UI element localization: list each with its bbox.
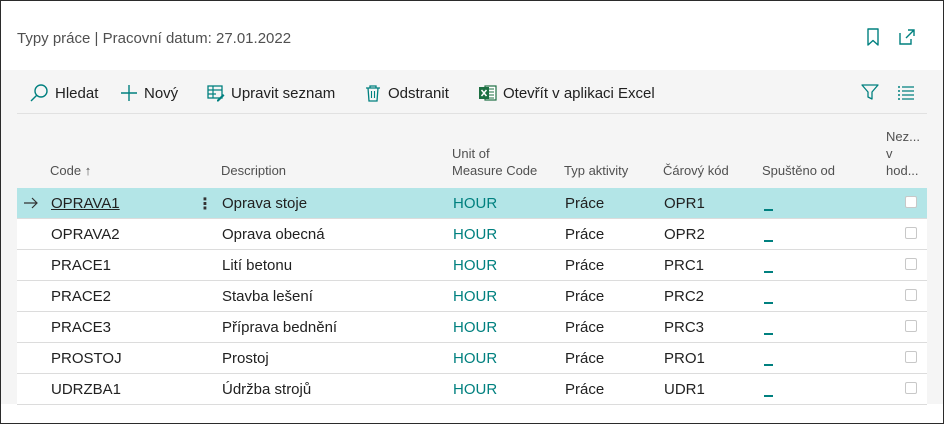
plus-icon: [121, 85, 137, 101]
column-header-nez[interactable]: Nez... v hod...: [886, 128, 920, 179]
table-row[interactable]: OPRAVA2 Oprava obecná HOUR Práce OPR2: [17, 219, 927, 250]
table-row[interactable]: PRACE1 Lití betonu HOUR Práce PRC1: [17, 250, 927, 281]
code-cell[interactable]: PRACE1: [51, 257, 111, 274]
uom-cell[interactable]: HOUR: [453, 381, 497, 398]
uom-cell[interactable]: HOUR: [453, 350, 497, 367]
activity-type-cell: Práce: [565, 257, 605, 274]
description-cell: Stavba lešení: [222, 288, 313, 305]
code-cell[interactable]: PRACE2: [51, 288, 111, 305]
started-from-empty-link[interactable]: [764, 240, 773, 242]
search-button[interactable]: Hledat: [29, 82, 98, 104]
table-row[interactable]: UDRZBA1 Údržba strojů HOUR Práce UDR1: [17, 374, 927, 405]
table-row[interactable]: PRACE3 Příprava bednění HOUR Práce PRC3: [17, 312, 927, 343]
column-header-uom[interactable]: Unit of Measure Code: [452, 145, 537, 179]
started-from-empty-link[interactable]: [764, 395, 773, 397]
started-from-empty-link[interactable]: [764, 209, 773, 211]
excel-icon: [479, 85, 497, 101]
description-cell: Prostoj: [222, 350, 269, 367]
started-from-empty-link[interactable]: [764, 271, 773, 273]
uom-cell[interactable]: HOUR: [453, 226, 497, 243]
uom-cell[interactable]: HOUR: [453, 288, 497, 305]
page-title: Typy práce | Pracovní datum: 27.01.2022: [17, 30, 292, 47]
sort-ascending-icon: ↑: [84, 163, 92, 178]
search-icon: [30, 84, 48, 102]
column-header-code[interactable]: Code ↑: [50, 162, 91, 179]
nez-checkbox[interactable]: [905, 320, 917, 332]
table-row[interactable]: PRACE2 Stavba lešení HOUR Práce PRC2: [17, 281, 927, 312]
table-row[interactable]: PROSTOJ Prostoj HOUR Práce PRO1: [17, 343, 927, 374]
barcode-cell: UDR1: [664, 381, 705, 398]
delete-button[interactable]: Odstranit: [364, 82, 449, 104]
column-header-barcode[interactable]: Čárový kód: [663, 162, 729, 179]
activity-type-cell: Práce: [565, 319, 605, 336]
delete-label: Odstranit: [388, 84, 449, 102]
activity-type-cell: Práce: [565, 288, 605, 305]
description-cell: Příprava bednění: [222, 319, 338, 336]
nez-checkbox[interactable]: [905, 289, 917, 301]
activity-type-cell: Práce: [565, 381, 605, 398]
nez-checkbox[interactable]: [905, 227, 917, 239]
column-header-started-from[interactable]: Spuštěno od: [762, 162, 835, 179]
code-cell[interactable]: UDRZBA1: [51, 381, 121, 398]
barcode-cell: PRC1: [664, 257, 705, 274]
code-cell[interactable]: PRACE3: [51, 319, 111, 336]
barcode-cell: PRC2: [664, 288, 705, 305]
filter-icon[interactable]: [860, 82, 880, 102]
list-view-icon[interactable]: [896, 82, 916, 102]
nez-checkbox[interactable]: [905, 351, 917, 363]
nez-checkbox[interactable]: [905, 258, 917, 270]
column-header-nez-line2: v: [886, 146, 893, 161]
open-in-excel-button[interactable]: Otevřít v aplikaci Excel: [479, 82, 655, 104]
table-row[interactable]: ⋮ OPRAVA1 Oprava stoje HOUR Práce OPR1: [17, 188, 927, 219]
action-bar: Hledat Nový Upravit seznam Odstranit Ote…: [1, 70, 943, 114]
nez-checkbox[interactable]: [905, 196, 917, 208]
table-body: ⋮ OPRAVA1 Oprava stoje HOUR Práce OPR1 OPRAVA2…: [17, 188, 927, 405]
nez-checkbox[interactable]: [905, 382, 917, 394]
activity-type-cell: Práce: [565, 350, 605, 367]
column-header-nez-line1: Nez...: [886, 129, 920, 144]
description-cell: Údržba strojů: [222, 381, 312, 398]
code-cell[interactable]: OPRAVA2: [51, 226, 120, 243]
column-header-uom-line2: Measure Code: [452, 163, 538, 178]
code-cell[interactable]: PROSTOJ: [51, 350, 122, 367]
column-header-description[interactable]: Description: [221, 162, 286, 179]
row-actions-menu-icon[interactable]: ⋮: [197, 194, 213, 214]
uom-cell[interactable]: HOUR: [453, 195, 497, 212]
new-button[interactable]: Nový: [120, 82, 178, 104]
description-cell: Oprava obecná: [222, 226, 325, 243]
edit-list-button[interactable]: Upravit seznam: [207, 82, 335, 104]
toolbar-divider: [17, 113, 927, 114]
search-label: Hledat: [55, 84, 99, 102]
open-in-excel-label: Otevřít v aplikaci Excel: [503, 84, 655, 102]
page-frame: Typy práce | Pracovní datum: 27.01.2022 …: [0, 0, 944, 424]
column-header-code-label: Code: [50, 163, 82, 178]
bookmark-icon[interactable]: [863, 27, 883, 47]
barcode-cell: OPR2: [664, 226, 705, 243]
started-from-empty-link[interactable]: [764, 302, 773, 304]
started-from-empty-link[interactable]: [764, 333, 773, 335]
column-header-nez-line3: hod...: [886, 163, 919, 178]
current-row-arrow-icon: [24, 197, 38, 209]
code-cell[interactable]: OPRAVA1: [51, 195, 120, 212]
edit-list-icon: [207, 85, 225, 102]
column-header-activity-type[interactable]: Typ aktivity: [564, 162, 628, 179]
barcode-cell: OPR1: [664, 195, 705, 212]
title-bar: Typy práce | Pracovní datum: 27.01.2022: [1, 1, 943, 70]
barcode-cell: PRO1: [664, 350, 705, 367]
uom-cell[interactable]: HOUR: [453, 257, 497, 274]
edit-list-label: Upravit seznam: [231, 84, 336, 102]
column-header-uom-line1: Unit of: [452, 146, 490, 161]
new-label: Nový: [144, 84, 179, 102]
description-cell: Oprava stoje: [222, 195, 308, 212]
trash-icon: [366, 85, 380, 102]
started-from-empty-link[interactable]: [764, 364, 773, 366]
description-cell: Lití betonu: [222, 257, 293, 274]
barcode-cell: PRC3: [664, 319, 705, 336]
uom-cell[interactable]: HOUR: [453, 319, 497, 336]
open-new-window-icon[interactable]: [897, 27, 917, 47]
activity-type-cell: Práce: [565, 195, 605, 212]
activity-type-cell: Práce: [565, 226, 605, 243]
